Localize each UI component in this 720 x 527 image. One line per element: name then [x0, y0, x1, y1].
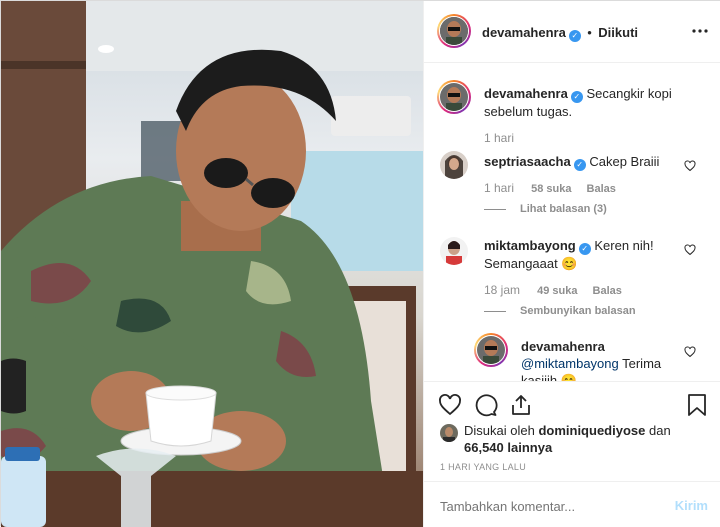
- verified-badge-icon: ✓: [573, 159, 586, 171]
- reply-comment: devamahenra @miktambayong Terima kasiiih…: [521, 338, 681, 381]
- likes-summary: Disukai oleh dominiquediyose dan 66,540 …: [464, 422, 704, 456]
- hide-replies-button[interactable]: Sembunyikan balasan: [484, 305, 636, 317]
- comment-bubble-icon[interactable]: [474, 393, 498, 417]
- comment-time[interactable]: 1 hari: [484, 181, 514, 195]
- comment-likes[interactable]: 58 suka: [531, 183, 571, 195]
- photo-illustration: [1, 1, 423, 527]
- post-header: devamahenra ✓ • Diikuti: [424, 1, 720, 63]
- verified-badge-icon: ✓: [570, 91, 583, 103]
- comment: miktambayong ✓ Keren nih! Semangaaat 😊: [484, 237, 694, 272]
- caption-story-ring[interactable]: [437, 80, 471, 114]
- heart-outline: [439, 394, 461, 416]
- comment-text: Cakep Braiii: [589, 154, 660, 169]
- liker-avatar[interactable]: [440, 424, 458, 442]
- header-user: devamahenra ✓ • Diikuti: [482, 24, 638, 42]
- reply-avatar[interactable]: [477, 336, 505, 364]
- caption: devamahenra ✓ Secangkir kopi sebelum tuga…: [484, 85, 694, 120]
- comment-avatar[interactable]: [440, 151, 468, 179]
- share-outline: [512, 395, 530, 415]
- post-side-panel: devamahenra ✓ • Diikuti devamahenra ✓ Seca…: [423, 1, 720, 527]
- more-dots: [692, 29, 708, 33]
- liker-username[interactable]: dominiquediyose: [538, 423, 645, 438]
- more-horizontal-icon[interactable]: [692, 23, 708, 39]
- thread-line: [484, 310, 506, 312]
- reply-button[interactable]: Balas: [593, 285, 622, 297]
- thread-line: [484, 208, 506, 210]
- save-bookmark-icon[interactable]: [686, 393, 708, 417]
- comment-username[interactable]: miktambayong: [484, 238, 576, 253]
- reply-username[interactable]: devamahenra: [521, 339, 605, 354]
- caption-avatar[interactable]: [440, 83, 468, 111]
- post-timestamp[interactable]: 1 HARI YANG LALU: [440, 462, 526, 472]
- follow-status-button[interactable]: Diikuti: [598, 25, 638, 40]
- verified-badge-icon: ✓: [578, 243, 591, 255]
- comment-like-heart-icon[interactable]: [684, 345, 696, 358]
- caption-username[interactable]: devamahenra: [484, 86, 568, 101]
- avatar-image: [440, 17, 468, 45]
- reply-mention-link[interactable]: @miktambayong: [521, 356, 619, 371]
- comment-likes[interactable]: 49 suka: [537, 285, 577, 297]
- share-icon[interactable]: [509, 393, 533, 417]
- hide-replies-label: Sembunyikan balasan: [520, 305, 636, 317]
- heart-outline: [684, 346, 696, 358]
- comment-avatar-image: [440, 151, 468, 179]
- comment-meta: 1 hari 58 suka Balas: [484, 181, 616, 195]
- liker-avatar-image: [440, 424, 458, 442]
- bubble-outline: [475, 394, 498, 417]
- reply-button[interactable]: Balas: [587, 183, 616, 195]
- header-separator: •: [587, 25, 592, 40]
- reply-avatar-image: [477, 336, 505, 364]
- comment-avatar-image: [440, 237, 468, 265]
- heart-outline: [684, 160, 696, 172]
- reply-story-ring[interactable]: [474, 333, 508, 367]
- comment-time[interactable]: 18 jam: [484, 283, 520, 297]
- comment-like-heart-icon[interactable]: [684, 159, 696, 172]
- like-heart-icon[interactable]: [438, 393, 462, 417]
- heart-outline: [684, 244, 696, 256]
- likes-prefix: Disukai oleh: [464, 423, 535, 438]
- view-replies-label: Lihat balasan (3): [520, 203, 607, 215]
- caption-time[interactable]: 1 hari: [484, 131, 514, 145]
- likes-others-count[interactable]: 66,540 lainnya: [464, 440, 552, 455]
- comment-input[interactable]: [438, 495, 652, 517]
- header-username[interactable]: devamahenra: [482, 25, 566, 40]
- comment-avatar[interactable]: [440, 237, 468, 265]
- post-comment-button[interactable]: Kirim: [675, 498, 708, 513]
- view-replies-button[interactable]: Lihat balasan (3): [484, 203, 607, 215]
- verified-badge-icon: ✓: [568, 30, 581, 42]
- instagram-post: devamahenra ✓ • Diikuti devamahenra ✓ Seca…: [0, 0, 720, 527]
- comment-meta: 18 jam 49 suka Balas: [484, 283, 622, 297]
- comment-like-heart-icon[interactable]: [684, 243, 696, 256]
- avatar[interactable]: [440, 17, 468, 45]
- post-actions: Disukai oleh dominiquediyose dan 66,540 …: [424, 381, 720, 481]
- comments-list[interactable]: devamahenra ✓ Secangkir kopi sebelum tuga…: [424, 63, 720, 381]
- likes-and: dan: [648, 423, 671, 438]
- bookmark-outline: [688, 394, 706, 416]
- comment-username[interactable]: septriasaacha: [484, 154, 571, 169]
- story-ring[interactable]: [437, 14, 471, 48]
- add-comment-bar: Kirim: [424, 481, 720, 527]
- comment: septriasaacha ✓ Cakep Braiii: [484, 153, 684, 171]
- caption-avatar-image: [440, 83, 468, 111]
- post-photo[interactable]: [1, 1, 423, 527]
